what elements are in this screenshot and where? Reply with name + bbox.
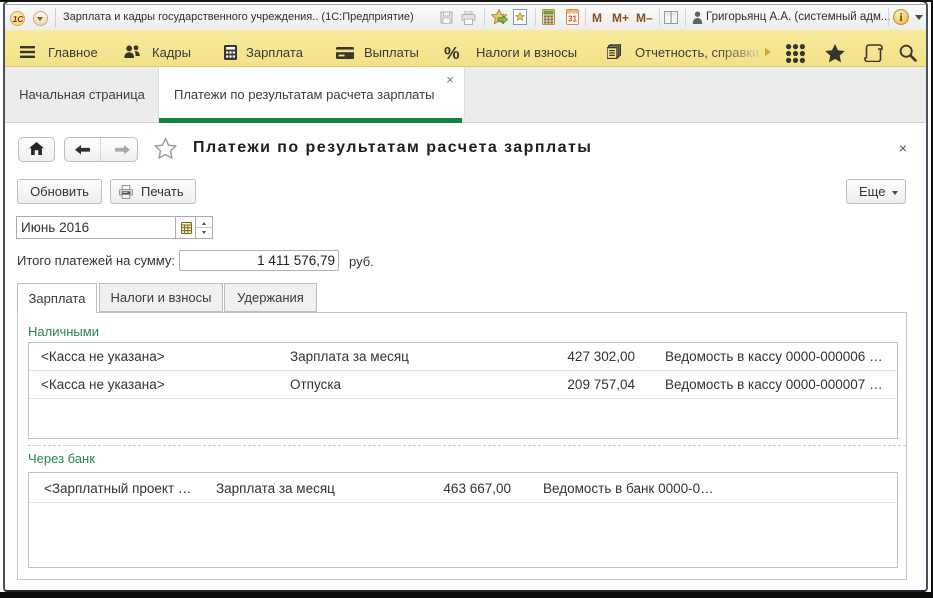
svg-text:31: 31: [568, 15, 577, 24]
